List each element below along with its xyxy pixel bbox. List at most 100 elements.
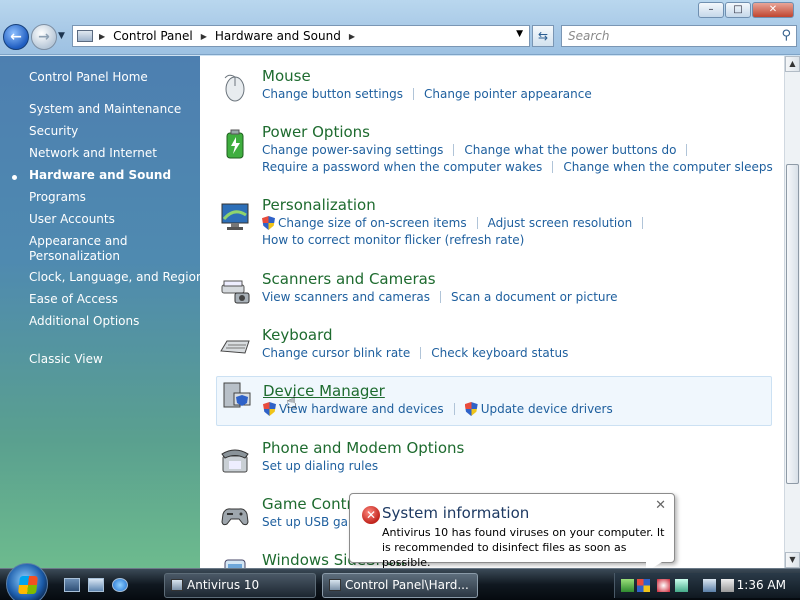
- uac-shield-icon: [464, 402, 478, 416]
- sidebar-item-appearance-line1[interactable]: Appearance and: [29, 234, 127, 249]
- link[interactable]: Change pointer appearance: [424, 87, 592, 101]
- network-tray-icon[interactable]: [703, 579, 716, 592]
- sidebar-item-additional-options[interactable]: Additional Options: [29, 314, 139, 329]
- category-title[interactable]: Device Manager: [263, 381, 385, 401]
- link[interactable]: Set up dialing rules: [262, 459, 378, 473]
- internet-explorer-icon[interactable]: [112, 578, 128, 592]
- control-panel-icon: [77, 30, 93, 42]
- notification-balloon[interactable]: ✕ System information ✕ Antivirus 10 has …: [349, 493, 675, 572]
- sidebar-item-control-panel-home[interactable]: Control Panel Home: [29, 70, 148, 85]
- category-title[interactable]: Scanners and Cameras: [262, 269, 436, 289]
- mouse-icon: [224, 74, 245, 102]
- taskbar: Antivirus 10 Control Panel\Hard... 1:36 …: [0, 563, 800, 600]
- link-row: Change button settings Change pointer ap…: [262, 87, 592, 101]
- show-desktop-icon[interactable]: [64, 578, 80, 592]
- sidebar-item-system-and-maintenance[interactable]: System and Maintenance: [29, 102, 181, 117]
- category-title[interactable]: Phone and Modem Options: [262, 438, 464, 458]
- link[interactable]: View hardware and devices: [279, 402, 444, 416]
- category-title[interactable]: Personalization: [262, 195, 376, 215]
- windows-security-tray-icon[interactable]: [675, 579, 688, 592]
- search-input[interactable]: Search ⚲: [561, 25, 797, 47]
- link-row: Change cursor blink rate Check keyboard …: [262, 346, 568, 360]
- category-title[interactable]: Keyboard: [262, 325, 333, 345]
- sidebar-item-appearance-line2[interactable]: Personalization: [29, 249, 120, 264]
- chevron-down-icon[interactable]: ▼: [516, 29, 523, 39]
- breadcrumb-hardware-and-sound[interactable]: Hardware and Sound: [215, 29, 341, 43]
- address-bar[interactable]: ▶ Control Panel ▶ Hardware and Sound ▶ ▼: [72, 25, 530, 47]
- sidebar-item-clock-language-region[interactable]: Clock, Language, and Region: [29, 270, 204, 285]
- sidebar-item-security[interactable]: Security: [29, 124, 78, 139]
- taskbar-item-label: Control Panel\Hard...: [345, 578, 469, 592]
- scroll-down-arrow-icon[interactable]: ▼: [785, 552, 800, 568]
- link-divider: [552, 161, 554, 173]
- main-content: Mouse Change button settings Change poin…: [200, 56, 784, 568]
- scroll-up-arrow-icon[interactable]: ▲: [785, 56, 800, 72]
- link-divider: [453, 144, 455, 156]
- antivirus-app-icon: [171, 579, 183, 591]
- sidebar-item-hardware-and-sound[interactable]: Hardware and Sound: [29, 168, 171, 183]
- breadcrumb-control-panel[interactable]: Control Panel: [113, 29, 193, 43]
- forward-button[interactable]: →: [31, 24, 57, 50]
- vertical-scrollbar[interactable]: ▲ ▼: [784, 56, 800, 568]
- link[interactable]: Change when the computer sleeps: [563, 160, 772, 174]
- link[interactable]: How to correct monitor flicker (refresh …: [262, 233, 524, 247]
- search-placeholder: Search: [568, 29, 610, 43]
- taskbar-item-control-panel[interactable]: Control Panel\Hard...: [322, 573, 478, 598]
- category-power-options: Power Options Change power-saving settin…: [216, 122, 773, 178]
- uac-shield-icon: [262, 216, 275, 230]
- battery-tray-icon[interactable]: [621, 579, 634, 592]
- link[interactable]: Change button settings: [262, 87, 403, 101]
- security-shield-tray-icon[interactable]: [637, 579, 650, 592]
- minimize-button[interactable]: –: [698, 2, 724, 18]
- switch-windows-icon[interactable]: [88, 578, 104, 592]
- link-row: View scanners and cameras Scan a documen…: [262, 290, 618, 304]
- category-title[interactable]: Power Options: [262, 122, 370, 142]
- maximize-button[interactable]: □: [725, 2, 751, 18]
- recent-pages-dropdown[interactable]: ▼: [58, 31, 65, 41]
- sidebar-item-network-and-internet[interactable]: Network and Internet: [29, 146, 157, 161]
- link[interactable]: Check keyboard status: [431, 346, 568, 360]
- sidebar-item-user-accounts[interactable]: User Accounts: [29, 212, 115, 227]
- sidebar-item-ease-of-access[interactable]: Ease of Access: [29, 292, 118, 307]
- start-button[interactable]: [6, 563, 48, 600]
- warning-tray-icon[interactable]: [657, 579, 670, 592]
- link-divider: [642, 217, 644, 229]
- link-divider: [440, 291, 442, 303]
- link[interactable]: Change what the power buttons do: [464, 143, 676, 157]
- link-divider: [453, 403, 455, 415]
- scroll-thumb[interactable]: [786, 164, 799, 484]
- refresh-button[interactable]: ⇆: [532, 25, 554, 47]
- taskbar-item-antivirus[interactable]: Antivirus 10: [164, 573, 316, 598]
- active-bullet-icon: [12, 175, 17, 180]
- link[interactable]: Require a password when the computer wak…: [262, 160, 542, 174]
- link[interactable]: Adjust screen resolution: [488, 216, 633, 230]
- link[interactable]: View scanners and cameras: [262, 290, 430, 304]
- arrow-left-icon: ←: [10, 29, 22, 45]
- clock[interactable]: 1:36 AM: [737, 578, 786, 592]
- monitor-icon: [221, 203, 249, 230]
- link-divider: [686, 144, 688, 156]
- link[interactable]: Change size of on-screen items: [278, 216, 467, 230]
- link[interactable]: Change power-saving settings: [262, 143, 443, 157]
- window-controls: – □ ✕: [698, 2, 794, 18]
- close-button[interactable]: ✕: [752, 2, 794, 18]
- back-button[interactable]: ←: [3, 24, 29, 50]
- breadcrumb-separator-icon[interactable]: ▶: [349, 32, 355, 41]
- sideshow-icon: [224, 559, 246, 568]
- breadcrumb-separator-icon[interactable]: ▶: [201, 32, 207, 41]
- balloon-close-button[interactable]: ✕: [655, 498, 666, 513]
- sidebar-item-programs[interactable]: Programs: [29, 190, 86, 205]
- sidebar-item-classic-view[interactable]: Classic View: [29, 352, 103, 367]
- volume-muted-icon[interactable]: [721, 579, 734, 592]
- control-panel-icon: [329, 579, 341, 591]
- link-divider: [476, 217, 478, 229]
- link[interactable]: Scan a document or picture: [451, 290, 618, 304]
- error-icon: ✕: [362, 506, 380, 524]
- category-device-manager[interactable]: Device Manager View hardware and devices…: [216, 376, 772, 426]
- category-title[interactable]: Mouse: [262, 66, 311, 86]
- search-icon[interactable]: ⚲: [781, 28, 791, 43]
- link[interactable]: Update device drivers: [481, 402, 613, 416]
- link[interactable]: Change cursor blink rate: [262, 346, 410, 360]
- breadcrumb-separator-icon[interactable]: ▶: [99, 32, 105, 41]
- link-row: How to correct monitor flicker (refresh …: [262, 233, 524, 247]
